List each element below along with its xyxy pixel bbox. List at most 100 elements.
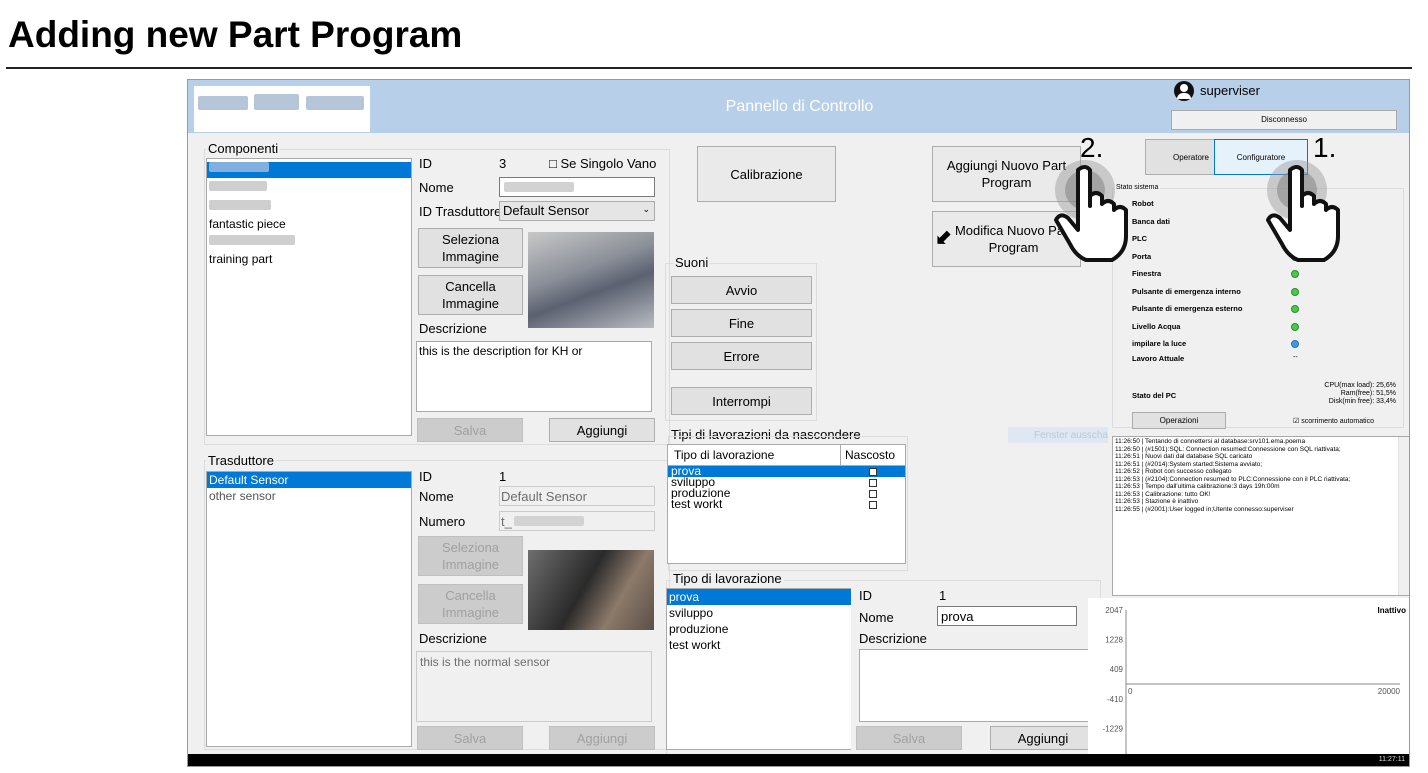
app-window: Pannello di Controllo superviser Disconn… xyxy=(187,79,1410,767)
componenti-delete-image-button[interactable]: Cancella Immagine xyxy=(418,275,523,315)
status-indicator xyxy=(1291,287,1299,296)
list-item[interactable] xyxy=(207,235,411,251)
single-slot-label: Se Singolo Vano xyxy=(560,156,657,171)
table-cell: prova xyxy=(671,466,702,477)
log-line: 11:26:52 | Robot con successo collegato xyxy=(1115,468,1232,475)
list-item[interactable]: test workt xyxy=(667,637,851,653)
trasduttore-id-label: ID xyxy=(419,469,432,484)
table-row[interactable]: sviluppo xyxy=(668,477,905,488)
trasduttore-list[interactable]: Default Sensor other sensor xyxy=(206,471,412,747)
trasduttore-delete-image-button[interactable]: Cancella Immagine xyxy=(418,584,523,624)
checkbox-box xyxy=(869,478,877,487)
taskbar-clock: 11:27:11 xyxy=(1378,756,1405,763)
chart-background xyxy=(1088,598,1409,766)
componenti-add-button[interactable]: Aggiungi xyxy=(549,418,655,442)
tipo-desc-label: Descrizione xyxy=(859,631,927,646)
table-cell: test workt xyxy=(671,499,723,510)
table-cell: produzione xyxy=(671,488,731,499)
status-label: impilare la luce xyxy=(1132,339,1187,348)
status-label: Finestra xyxy=(1132,269,1162,278)
hidden-checkbox[interactable] xyxy=(841,466,905,477)
tipo-add-button[interactable]: Aggiungi xyxy=(990,726,1096,750)
table-row[interactable]: produzione xyxy=(668,488,905,499)
hidden-checkbox[interactable] xyxy=(841,477,905,488)
table-row[interactable]: prova xyxy=(668,466,905,477)
list-item[interactable]: Default Sensor xyxy=(207,472,411,488)
list-item[interactable]: prova xyxy=(667,589,851,605)
pointing-hand-icon xyxy=(1040,150,1140,270)
trasduttore-save-button[interactable]: Salva xyxy=(417,726,523,750)
errore-button[interactable]: Errore xyxy=(671,342,812,370)
log-scrollbar[interactable] xyxy=(1398,437,1409,595)
table-row[interactable]: test workt xyxy=(668,499,905,510)
trasduttore-desc-label: Descrizione xyxy=(419,631,487,646)
hidden-checkbox[interactable] xyxy=(841,499,905,510)
calibrazione-button[interactable]: Calibrazione xyxy=(697,146,836,202)
list-item[interactable] xyxy=(207,200,411,216)
trasduttore-add-button[interactable]: Aggiungi xyxy=(549,726,655,750)
sensor-label: ID Trasduttore xyxy=(419,204,501,219)
log-line: 11:26:50 | Tentando di connettersi al da… xyxy=(1115,438,1306,445)
status-indicator xyxy=(1291,322,1299,331)
tipo-desc-textarea[interactable] xyxy=(859,649,1096,722)
y-tick-label: 2047 xyxy=(1105,606,1123,615)
pointing-hand-icon xyxy=(1252,150,1352,270)
fine-button[interactable]: Fine xyxy=(671,309,812,337)
chart-title: Inattivo xyxy=(1378,606,1407,615)
single-slot-checkbox[interactable]: □ Se Singolo Vano xyxy=(549,156,669,171)
list-item[interactable]: training part xyxy=(207,251,411,267)
column-header: Tipo di lavorazione xyxy=(668,445,841,465)
tipo-save-button[interactable]: Salva xyxy=(856,726,962,750)
sensor-image xyxy=(528,550,654,630)
hidden-checkbox[interactable] xyxy=(841,488,905,499)
componenti-name-input[interactable] xyxy=(499,177,655,197)
x-tick-label: 0 xyxy=(1128,687,1133,696)
componenti-desc-label: Descrizione xyxy=(419,321,487,336)
trasduttore-number-input[interactable]: t_ xyxy=(499,511,655,531)
cpu-stat: CPU(max load): 25,6% xyxy=(1324,382,1396,389)
pc-stats: CPU(max load): 25,6% Ram(free): 51,5% Di… xyxy=(1296,382,1396,406)
sensor-select-value: Default Sensor xyxy=(503,203,589,218)
y-tick-label: -1229 xyxy=(1103,724,1124,733)
status-label: Pulsante di emergenza esterno xyxy=(1132,304,1243,313)
chevron-down-icon: ⌄ xyxy=(642,204,650,214)
list-item[interactable]: produzione xyxy=(667,621,851,637)
operazioni-button[interactable]: Operazioni xyxy=(1132,412,1226,429)
interrompi-button[interactable]: Interrompi xyxy=(671,387,812,415)
trasduttore-name-input[interactable]: Default Sensor xyxy=(499,486,655,506)
avvio-button[interactable]: Avvio xyxy=(671,276,812,304)
list-item[interactable]: other sensor xyxy=(207,488,411,504)
log-panel[interactable]: 11:26:50 | Tentando di connettersi al da… xyxy=(1112,436,1409,596)
signal-chart: 20471228409-410-1229-2048020000Inattivo xyxy=(1088,598,1409,766)
list-item[interactable]: fantastic piece xyxy=(207,216,411,232)
disconnect-button[interactable]: Disconnesso xyxy=(1171,110,1397,130)
status-label: Pulsante di emergenza interno xyxy=(1132,286,1241,296)
y-tick-label: -410 xyxy=(1107,695,1124,704)
autoscroll-checkbox[interactable]: ☑ scorrimento automatico xyxy=(1293,417,1374,425)
componenti-list[interactable]: fantastic piece training part xyxy=(206,158,412,436)
tipo-name-input[interactable]: prova xyxy=(937,606,1077,626)
trasduttore-select-image-button[interactable]: Seleziona Immagine xyxy=(418,536,523,576)
list-item[interactable] xyxy=(207,162,411,178)
list-item[interactable] xyxy=(207,181,411,197)
componenti-title: Componenti xyxy=(206,141,281,156)
hide-table[interactable]: Tipo di lavorazione Nascosto prova svilup… xyxy=(667,444,906,564)
disk-stat: Disk(min free): 33,4% xyxy=(1328,398,1396,405)
checkbox-box xyxy=(869,467,877,476)
trasduttore-id-value: 1 xyxy=(499,469,507,484)
job-label: Lavoro Attuale xyxy=(1132,354,1185,363)
tipo-title: Tipo di lavorazione xyxy=(671,571,784,586)
componenti-select-image-button[interactable]: Seleziona Immagine xyxy=(418,228,523,268)
componenti-desc-textarea[interactable]: this is the description for KH or xyxy=(416,341,652,412)
log-line: 11:26:51 | (#2014):System started:Sistem… xyxy=(1115,460,1263,468)
componenti-save-button[interactable]: Salva xyxy=(417,418,523,442)
sensor-select[interactable]: Default Sensor ⌄ xyxy=(499,201,655,221)
list-item[interactable]: sviluppo xyxy=(667,605,851,621)
status-indicator xyxy=(1291,270,1299,278)
tipo-list[interactable]: prova sviluppo produzione test workt xyxy=(666,588,851,750)
suoni-title: Suoni xyxy=(673,255,711,270)
trasduttore-number-label: Numero xyxy=(419,514,466,529)
trasduttore-title: Trasduttore xyxy=(206,453,276,468)
pc-label: Stato del PC xyxy=(1132,391,1177,400)
trasduttore-desc-textarea[interactable]: this is the normal sensor xyxy=(416,651,652,722)
